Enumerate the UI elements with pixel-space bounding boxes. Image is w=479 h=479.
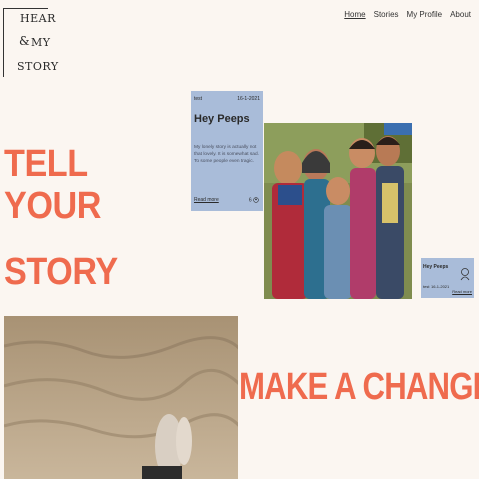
- change-heading: MAKE A CHANGE: [239, 366, 479, 408]
- hero-heading: TELL YOUR STORY: [4, 143, 175, 317]
- hero-line-2: STORY: [4, 251, 118, 293]
- story-excerpt: My lonely story is actually not that lov…: [194, 145, 259, 164]
- hero-line-1: TELL YOUR: [4, 143, 102, 227]
- logo-ampersand-icon: &: [19, 34, 31, 48]
- logo-line-hear: HEAR: [20, 12, 56, 25]
- site-logo[interactable]: HEAR & MY STORY: [3, 8, 58, 77]
- mini-story-tag: test: [423, 284, 430, 289]
- nav-home[interactable]: Home: [344, 10, 365, 19]
- logo-line-my: MY: [31, 36, 51, 49]
- sand-illustration: [4, 316, 238, 479]
- mini-story-card[interactable]: Hey Peeps test 16-1-2021 Read more: [421, 258, 474, 298]
- story-likes: 6: [248, 196, 259, 203]
- mini-read-more-link[interactable]: Read more: [452, 289, 472, 294]
- avatar-icon: [253, 196, 259, 203]
- nav-stories[interactable]: Stories: [374, 10, 399, 19]
- story-date: 16-1-2021: [237, 96, 260, 102]
- story-title: Hey Peeps: [194, 113, 250, 125]
- like-count: 6: [248, 197, 252, 203]
- nav-about[interactable]: About: [450, 10, 471, 19]
- mini-story-title: Hey Peeps: [423, 264, 449, 270]
- user-avatar-icon: [460, 268, 470, 281]
- sand-footprints-photo: [4, 316, 238, 479]
- logo-line-story: STORY: [17, 60, 59, 73]
- nav-my-profile[interactable]: My Profile: [407, 10, 443, 19]
- children-photo: [264, 123, 412, 299]
- top-nav: Home Stories My Profile About: [344, 10, 471, 19]
- story-tag: test: [194, 96, 203, 102]
- mini-story-date: 16-1-2021: [431, 284, 450, 289]
- read-more-link[interactable]: Read more: [194, 197, 219, 203]
- story-card[interactable]: test 16-1-2021 Hey Peeps My lonely story…: [191, 91, 263, 211]
- children-illustration: [264, 123, 412, 299]
